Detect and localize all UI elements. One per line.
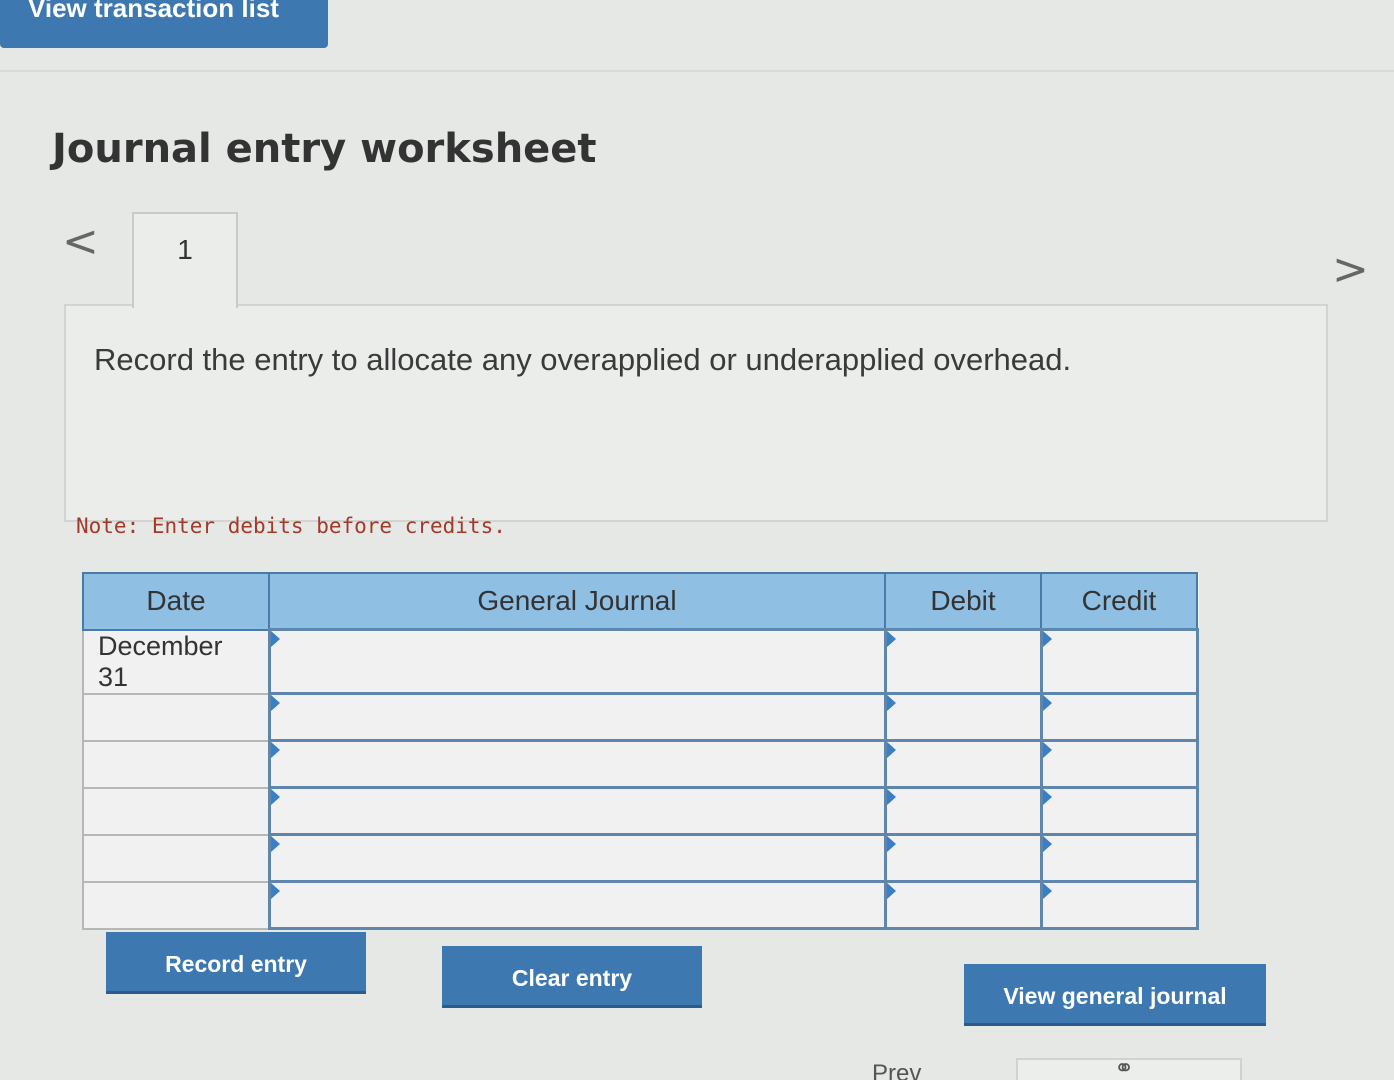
dropdown-marker-icon (1042, 789, 1052, 805)
date-cell: December 31 (82, 628, 270, 695)
dropdown-marker-icon (886, 631, 896, 647)
dropdown-marker-icon (270, 631, 280, 647)
previous-arrow-icon[interactable]: < (62, 220, 99, 264)
view-transaction-list-button[interactable]: View transaction list (0, 0, 328, 48)
page: View transaction list Journal entry work… (0, 0, 1394, 1080)
debit-input[interactable] (883, 880, 1043, 930)
date-cell (82, 739, 270, 789)
debit-input[interactable] (883, 628, 1043, 695)
column-header-credit: Credit (1040, 572, 1198, 631)
credit-input[interactable] (1039, 880, 1199, 930)
prompt-text: Record the entry to allocate any overapp… (94, 342, 1072, 377)
debit-input[interactable] (883, 692, 1043, 742)
divider (0, 70, 1394, 72)
table-row (82, 880, 1199, 930)
next-arrow-icon[interactable]: > (1332, 248, 1369, 292)
dropdown-marker-icon (886, 695, 896, 711)
link-icon[interactable]: ⚭ (1114, 1054, 1134, 1080)
view-general-journal-button[interactable]: View general journal (964, 964, 1266, 1026)
general-journal-input[interactable] (267, 692, 887, 742)
credit-input[interactable] (1039, 739, 1199, 789)
table-row (82, 786, 1199, 836)
table-row (82, 692, 1199, 742)
table-row (82, 739, 1199, 789)
date-cell (82, 880, 270, 930)
general-journal-input[interactable] (267, 880, 887, 930)
dropdown-marker-icon (1042, 883, 1052, 899)
credit-input[interactable] (1039, 786, 1199, 836)
dropdown-marker-icon (886, 836, 896, 852)
dropdown-marker-icon (886, 742, 896, 758)
dropdown-marker-icon (270, 695, 280, 711)
table-header-row: Date General Journal Debit Credit (82, 572, 1198, 631)
column-header-date: Date (82, 572, 270, 631)
debit-input[interactable] (883, 786, 1043, 836)
journal-table: Date General Journal Debit Credit Decemb… (82, 572, 1199, 930)
general-journal-input[interactable] (267, 628, 887, 695)
dropdown-marker-icon (270, 789, 280, 805)
column-header-debit: Debit (884, 572, 1042, 631)
page-title: Journal entry worksheet (52, 126, 597, 172)
general-journal-input[interactable] (267, 786, 887, 836)
debit-input[interactable] (883, 739, 1043, 789)
column-header-general-journal: General Journal (268, 572, 886, 631)
dropdown-marker-icon (1042, 631, 1052, 647)
dropdown-marker-icon (886, 883, 896, 899)
credit-input[interactable] (1039, 628, 1199, 695)
clear-entry-button[interactable]: Clear entry (442, 946, 702, 1008)
table-row: December 31 (82, 628, 1199, 695)
table-row (82, 833, 1199, 883)
debit-input[interactable] (883, 833, 1043, 883)
credit-input[interactable] (1039, 833, 1199, 883)
dropdown-marker-icon (886, 789, 896, 805)
general-journal-input[interactable] (267, 739, 887, 789)
note-text: Note: Enter debits before credits. (76, 514, 506, 538)
dropdown-marker-icon (270, 883, 280, 899)
prompt-panel (64, 304, 1328, 522)
dropdown-marker-icon (1042, 695, 1052, 711)
date-cell-value: December 31 (98, 630, 223, 692)
credit-input[interactable] (1039, 692, 1199, 742)
tab-entry-1[interactable]: 1 (132, 212, 238, 308)
dropdown-marker-icon (270, 742, 280, 758)
prev-link-partial[interactable]: Prev (872, 1060, 921, 1080)
dropdown-marker-icon (1042, 836, 1052, 852)
dropdown-marker-icon (270, 836, 280, 852)
dropdown-marker-icon (1042, 742, 1052, 758)
date-cell (82, 786, 270, 836)
general-journal-input[interactable] (267, 833, 887, 883)
record-entry-button[interactable]: Record entry (106, 932, 366, 994)
date-cell (82, 833, 270, 883)
date-cell (82, 692, 270, 742)
